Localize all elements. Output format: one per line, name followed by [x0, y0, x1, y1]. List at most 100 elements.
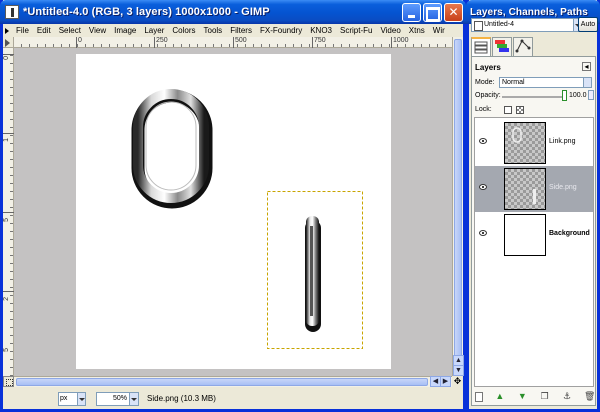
channels-icon [495, 40, 509, 52]
ruler-label: 0 [3, 56, 10, 60]
layer-thumbnail [504, 122, 546, 164]
unit-select[interactable]: px [58, 391, 78, 406]
image-canvas[interactable] [76, 54, 391, 369]
ruler-tick [233, 37, 234, 48]
panel-menu-icon[interactable]: ◂ [582, 62, 591, 71]
layer-buttons: ▲ ▼ ❐ ⚓ 🗑 [475, 391, 595, 403]
zoom-select[interactable]: 50% [96, 391, 130, 406]
statusbar: px 50% Side.png (10.3 MB) [3, 388, 463, 409]
menu-edit[interactable]: Edit [33, 26, 55, 35]
layers-icon [474, 41, 488, 54]
mode-label: Mode: [475, 79, 495, 86]
auto-button[interactable]: Auto [578, 17, 598, 32]
main-titlebar[interactable]: *Untitled-4.0 (RGB, 3 layers) 1000x1000 … [0, 0, 466, 24]
image-selector[interactable]: Untitled-4 [471, 18, 574, 32]
ruler-label: 0 [78, 37, 82, 44]
mode-dropdown-arrow-icon[interactable] [584, 77, 592, 88]
menu-kno3[interactable]: KNO3 [306, 26, 336, 35]
opacity-label: Opacity: [475, 92, 501, 99]
status-message: Side.png (10.3 MB) [147, 394, 216, 403]
canvas-artwork [131, 89, 363, 349]
lock-alpha-checkbox[interactable] [516, 106, 524, 114]
ruler-tick [3, 54, 14, 55]
layer-row-link[interactable]: Link.png [475, 120, 593, 166]
horizontal-scroll-thumb[interactable] [16, 378, 428, 386]
eye-icon[interactable] [479, 138, 487, 144]
zoom-dropdown-arrow-icon[interactable] [130, 391, 139, 406]
maximize-button[interactable] [423, 2, 442, 22]
ruler-tick [391, 37, 392, 48]
side-thumbnail-art [533, 189, 536, 204]
menu-windows[interactable]: Wir [429, 26, 449, 35]
raise-layer-icon[interactable]: ▲ [494, 391, 505, 402]
quick-mask-toggle[interactable] [3, 376, 14, 387]
menu-view[interactable]: View [85, 26, 110, 35]
lock-pixels-checkbox[interactable] [504, 106, 512, 114]
vertical-ruler[interactable]: 0 1 5 2 5 [3, 48, 14, 376]
menu-fx-foundry[interactable]: FX-Foundry [256, 26, 306, 35]
tab-paths[interactable] [513, 37, 533, 56]
gimp-app-icon[interactable] [5, 5, 19, 19]
tab-channels[interactable] [492, 37, 512, 56]
layers-list: Link.png Side.png Background [474, 117, 594, 387]
ruler-label: 1 [3, 138, 10, 142]
ruler-label: 5 [3, 218, 10, 222]
eye-icon[interactable] [479, 230, 487, 236]
navigate-icon[interactable]: ✥ [452, 376, 463, 387]
vertical-scroll-thumb[interactable] [454, 39, 462, 359]
main-window-title: *Untitled-4.0 (RGB, 3 layers) 1000x1000 … [23, 6, 270, 18]
ruler-corner-menu-button[interactable] [3, 37, 14, 48]
menu-tools[interactable]: Tools [200, 26, 227, 35]
layers-dock-window: Layers, Channels, Paths Untitled-4 Auto [466, 0, 600, 412]
menu-arrow-icon[interactable] [4, 27, 10, 35]
delete-layer-icon[interactable]: 🗑 [584, 391, 595, 402]
close-button[interactable]: ✕ [444, 2, 463, 22]
anchor-layer-icon[interactable]: ⚓ [562, 391, 573, 402]
ruler-label: 750 [314, 37, 326, 44]
unit-dropdown-arrow-icon[interactable] [78, 391, 86, 406]
opacity-slider-handle[interactable] [562, 90, 567, 101]
new-layer-icon[interactable] [475, 392, 483, 402]
menu-colors[interactable]: Colors [168, 26, 199, 35]
chain-link-object [131, 89, 213, 209]
ruler-tick [154, 37, 155, 48]
opacity-spinner[interactable] [588, 90, 594, 100]
ruler-tick [312, 37, 313, 48]
horizontal-ruler[interactable]: 0 250 500 750 1000 [14, 37, 452, 48]
layers-panel: Layers ◂ Mode: Normal Opacity: 100.0 Loc… [471, 56, 596, 406]
layer-name: Background [549, 230, 590, 237]
menu-file[interactable]: File [12, 26, 33, 35]
ruler-label: 500 [235, 37, 247, 44]
opacity-value[interactable]: 100.0 [569, 92, 587, 99]
layer-row-background[interactable]: Background [475, 212, 593, 258]
eye-icon[interactable] [479, 184, 487, 190]
vertical-scrollbar[interactable]: ▲ ▼ [452, 37, 464, 376]
menu-layer[interactable]: Layer [140, 26, 168, 35]
paths-icon [515, 39, 531, 53]
link-thumbnail-art [512, 127, 522, 143]
scroll-down-button[interactable]: ▼ [453, 365, 464, 376]
canvas-area[interactable] [14, 48, 452, 376]
menu-xtns[interactable]: Xtns [405, 26, 429, 35]
menu-video[interactable]: Video [376, 26, 404, 35]
opacity-slider-track[interactable] [502, 96, 565, 98]
panel-title: Layers [475, 63, 501, 72]
menu-select[interactable]: Select [55, 26, 85, 35]
menu-image[interactable]: Image [110, 26, 140, 35]
layer-name: Link.png [549, 138, 576, 145]
layer-thumbnail [504, 214, 546, 256]
side-link-object [305, 216, 321, 332]
menu-script-fu[interactable]: Script-Fu [336, 26, 376, 35]
ruler-label: 5 [3, 348, 10, 352]
menu-filters[interactable]: Filters [226, 26, 256, 35]
duplicate-layer-icon[interactable]: ❐ [539, 391, 550, 402]
lower-layer-icon[interactable]: ▼ [517, 391, 528, 402]
tab-layers[interactable] [471, 37, 491, 57]
scroll-right-button[interactable]: ▶ [440, 376, 451, 387]
horizontal-scrollbar[interactable]: ◀ ▶ [14, 376, 452, 387]
minimize-button[interactable] [402, 2, 421, 22]
ruler-label: 250 [156, 37, 168, 44]
layer-row-side[interactable]: Side.png [475, 166, 593, 212]
mode-select[interactable]: Normal [499, 77, 584, 88]
ruler-tick [76, 37, 77, 48]
